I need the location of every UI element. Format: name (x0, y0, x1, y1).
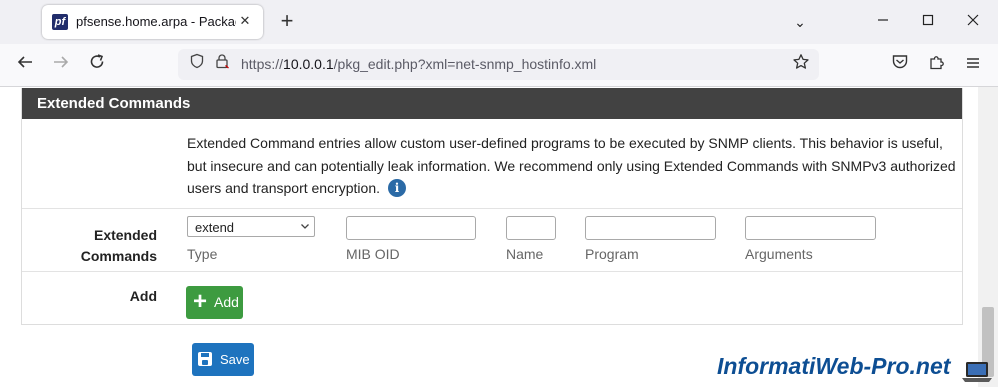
row-divider (22, 208, 962, 209)
plus-icon: + (193, 288, 208, 315)
row-divider (22, 271, 962, 272)
arguments-label: Arguments (745, 246, 813, 262)
bookmark-star-icon[interactable] (790, 53, 812, 75)
add-button-label: Add (214, 294, 239, 310)
save-button[interactable]: Save (192, 343, 254, 376)
maximize-window-icon[interactable] (914, 8, 942, 36)
page-scrollbar[interactable] (978, 87, 998, 387)
name-label: Name (506, 246, 544, 262)
pfsense-favicon-icon: pf (52, 14, 68, 30)
laptop-logo-icon (961, 361, 993, 383)
add-button[interactable]: + Add (186, 286, 243, 319)
url-path: /pkg_edit.php?xml=net-snmp_hostinfo.xml (333, 56, 597, 72)
type-select-value: extend (195, 220, 235, 235)
info-circle-icon[interactable]: i (388, 179, 406, 197)
extended-commands-label: Extended Commands (22, 225, 157, 267)
type-label: Type (187, 246, 218, 262)
panel-title: Extended Commands (37, 95, 191, 112)
reload-icon[interactable] (85, 53, 109, 77)
info-text: Extended Command entries allow custom us… (187, 135, 956, 196)
url-prefix: https:// (241, 56, 284, 72)
shield-icon[interactable] (186, 53, 208, 75)
save-button-label: Save (220, 352, 250, 367)
name-input[interactable] (506, 216, 556, 240)
program-input[interactable] (585, 216, 716, 240)
add-row-label: Add (129, 288, 157, 304)
address-bar[interactable]: https://10.0.0.1/pkg_edit.php?xml=net-sn… (178, 49, 819, 80)
close-window-icon[interactable] (959, 8, 987, 36)
app-menu-hamburger-icon[interactable] (961, 53, 985, 77)
arguments-input[interactable] (745, 216, 876, 240)
panel-info: Extended Command entries allow custom us… (187, 132, 962, 200)
browser-tab-bar: pf pfsense.home.arpa - Packages: Net-SNM… (0, 0, 998, 44)
tab-title: pfsense.home.arpa - Packages: Net-SNMP (76, 14, 236, 29)
extensions-puzzle-icon[interactable] (925, 53, 949, 77)
back-arrow-icon[interactable] (13, 53, 37, 77)
floppy-disk-icon (198, 352, 212, 366)
mib-oid-label: MIB OID (346, 246, 400, 262)
list-tabs-chevron-icon[interactable]: ⌄ (786, 8, 814, 36)
minimize-window-icon[interactable] (869, 8, 897, 36)
type-select[interactable]: extend (187, 216, 315, 237)
new-tab-icon[interactable]: + (276, 9, 298, 35)
panel-heading: Extended Commands (22, 88, 962, 119)
watermark: InformatiWeb-Pro.net (717, 353, 951, 379)
extended-commands-label-text: Extended Commands (80, 227, 157, 264)
extended-commands-panel: Extended Commands Extended Command entri… (21, 88, 963, 325)
browser-tab[interactable]: pf pfsense.home.arpa - Packages: Net-SNM… (42, 5, 263, 39)
pocket-icon[interactable] (888, 53, 912, 77)
close-tab-icon[interactable]: ✕ (235, 11, 255, 31)
browser-nav-bar: https://10.0.0.1/pkg_edit.php?xml=net-sn… (0, 44, 998, 87)
forward-arrow-icon[interactable] (49, 53, 73, 77)
program-label: Program (585, 246, 639, 262)
lock-icon[interactable] (211, 53, 233, 75)
page-content: Extended Commands Extended Command entri… (0, 87, 998, 387)
mib-oid-input[interactable] (346, 216, 476, 240)
chevron-down-icon (300, 217, 310, 238)
url-text[interactable]: https://10.0.0.1/pkg_edit.php?xml=net-sn… (241, 56, 596, 72)
url-host: 10.0.0.1 (283, 56, 334, 72)
